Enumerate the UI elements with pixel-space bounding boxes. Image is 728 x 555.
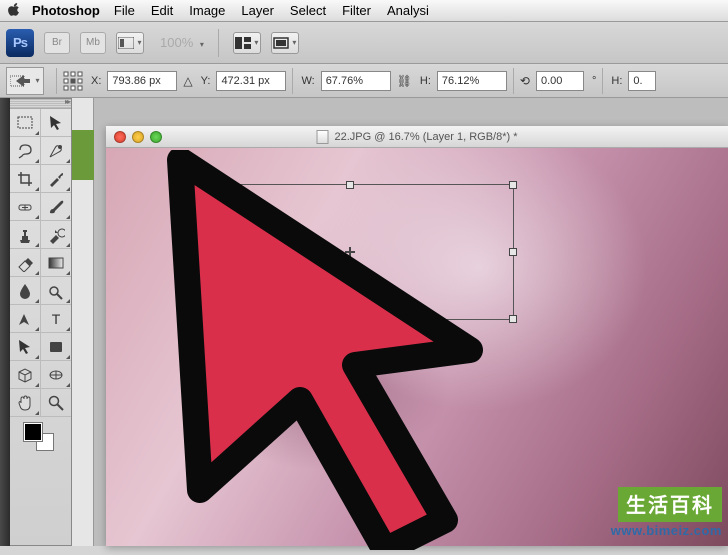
minimize-window-button[interactable] xyxy=(132,131,144,143)
brush-tool[interactable] xyxy=(41,193,71,221)
transform-handle[interactable] xyxy=(346,315,354,323)
degree-label: ° xyxy=(592,75,596,87)
launch-minibridge-button[interactable]: Mb xyxy=(80,32,106,54)
transform-handle[interactable] xyxy=(346,181,354,189)
eyedropper-tool[interactable] xyxy=(41,165,71,193)
chevron-down-icon: ▾ xyxy=(254,38,258,47)
y-label: Y: xyxy=(201,75,211,87)
panel-drag-handle[interactable] xyxy=(10,99,71,109)
document-icon xyxy=(317,130,329,144)
view-extras-button[interactable]: ▾ xyxy=(116,32,144,54)
photoshop-logo-icon: Ps xyxy=(6,29,34,57)
zoom-level[interactable]: 100% ▾ xyxy=(160,35,204,50)
chevron-down-icon: ▾ xyxy=(292,38,296,47)
document-window: 22.JPG @ 16.7% (Layer 1, RGB/8*) * xyxy=(106,126,728,546)
zoom-window-button[interactable] xyxy=(150,131,162,143)
lasso-tool[interactable] xyxy=(10,137,41,165)
delta-icon[interactable]: △ xyxy=(183,74,192,88)
workspace: 22.JPG @ 16.7% (Layer 1, RGB/8*) * xyxy=(72,98,728,546)
menu-filter[interactable]: Filter xyxy=(342,3,371,18)
healing-brush-tool[interactable] xyxy=(10,193,41,221)
options-bar: ▾ X: 793.86 px △ Y: 472.31 px W: 67.76% … xyxy=(0,64,728,98)
panel-dock[interactable] xyxy=(0,98,10,546)
path-selection-tool[interactable] xyxy=(10,333,41,361)
history-brush-tool[interactable] xyxy=(41,221,71,249)
color-swatches[interactable] xyxy=(10,417,71,455)
gradient-tool[interactable] xyxy=(41,249,71,277)
separator xyxy=(292,68,293,94)
clone-stamp-tool[interactable] xyxy=(10,221,41,249)
dodge-tool[interactable] xyxy=(41,277,71,305)
chevron-down-icon: ▾ xyxy=(137,38,141,47)
menu-file[interactable]: File xyxy=(114,3,135,18)
marquee-tool[interactable] xyxy=(10,109,41,137)
document-title: 22.JPG @ 16.7% (Layer 1, RGB/8*) * xyxy=(335,131,518,143)
reference-point-icon[interactable] xyxy=(63,71,83,91)
blur-tool[interactable] xyxy=(10,277,41,305)
transform-handle[interactable] xyxy=(183,248,191,256)
transform-handle[interactable] xyxy=(183,315,191,323)
close-window-button[interactable] xyxy=(114,131,126,143)
watermark-url: www.bimeiz.com xyxy=(611,523,722,538)
app-name[interactable]: Photoshop xyxy=(32,3,100,18)
watermark: 生活百科 www.bimeiz.com xyxy=(611,487,722,540)
menu-image[interactable]: Image xyxy=(189,3,225,18)
h-input[interactable]: 76.12% xyxy=(437,71,507,91)
y-input[interactable]: 472.31 px xyxy=(216,71,286,91)
watermark-text: 生活百科 xyxy=(618,487,722,522)
transform-handle[interactable] xyxy=(509,315,517,323)
move-tool[interactable] xyxy=(41,109,71,137)
quick-selection-tool[interactable] xyxy=(41,137,71,165)
transform-center-icon[interactable] xyxy=(345,247,355,257)
type-tool[interactable]: T xyxy=(41,305,71,333)
window-titlebar[interactable]: 22.JPG @ 16.7% (Layer 1, RGB/8*) * xyxy=(106,126,728,148)
foreground-color[interactable] xyxy=(24,423,42,441)
macos-menubar: Photoshop File Edit Image Layer Select F… xyxy=(0,0,728,22)
eraser-tool[interactable] xyxy=(10,249,41,277)
application-bar: Ps Br Mb ▾ 100% ▾ ▾ ▾ xyxy=(0,22,728,64)
screen-mode-button[interactable]: ▾ xyxy=(271,32,299,54)
link-icon[interactable]: ⛓ xyxy=(397,74,412,88)
arrange-documents-button[interactable]: ▾ xyxy=(233,32,261,54)
rotate-icon: ⟲ xyxy=(520,74,530,88)
shape-tool[interactable] xyxy=(41,333,71,361)
menu-layer[interactable]: Layer xyxy=(241,3,274,18)
pen-tool[interactable] xyxy=(10,305,41,333)
zoom-tool[interactable] xyxy=(41,389,71,417)
tools-panel: T xyxy=(10,98,72,546)
x-input[interactable]: 793.86 px xyxy=(107,71,177,91)
3d-camera-tool[interactable] xyxy=(41,361,71,389)
menu-edit[interactable]: Edit xyxy=(151,3,173,18)
separator xyxy=(218,29,219,57)
x-label: X: xyxy=(91,75,101,87)
h-label: H: xyxy=(420,75,431,87)
w-input[interactable]: 67.76% xyxy=(321,71,391,91)
transform-handle[interactable] xyxy=(509,248,517,256)
collapsed-panel-tab[interactable] xyxy=(72,130,94,180)
separator xyxy=(56,68,57,94)
separator xyxy=(513,68,514,94)
chevron-down-icon: ▾ xyxy=(35,76,39,85)
skew-h-input[interactable]: 0. xyxy=(628,71,656,91)
hand-tool[interactable] xyxy=(10,389,41,417)
tool-preset-picker[interactable]: ▾ xyxy=(6,67,44,95)
launch-bridge-button[interactable]: Br xyxy=(44,32,70,54)
transform-handle[interactable] xyxy=(183,181,191,189)
crop-tool[interactable] xyxy=(10,165,41,193)
separator xyxy=(602,68,603,94)
free-transform-bounding-box[interactable] xyxy=(186,184,514,320)
rotation-input[interactable]: 0.00 xyxy=(536,71,584,91)
w-label: W: xyxy=(301,75,314,87)
menu-analysis[interactable]: Analysi xyxy=(387,3,429,18)
menu-select[interactable]: Select xyxy=(290,3,326,18)
svg-text:T: T xyxy=(51,311,60,327)
transform-handle[interactable] xyxy=(509,181,517,189)
skew-h-label: H: xyxy=(611,75,622,87)
3d-tool[interactable] xyxy=(10,361,41,389)
apple-menu-icon[interactable] xyxy=(8,2,22,19)
